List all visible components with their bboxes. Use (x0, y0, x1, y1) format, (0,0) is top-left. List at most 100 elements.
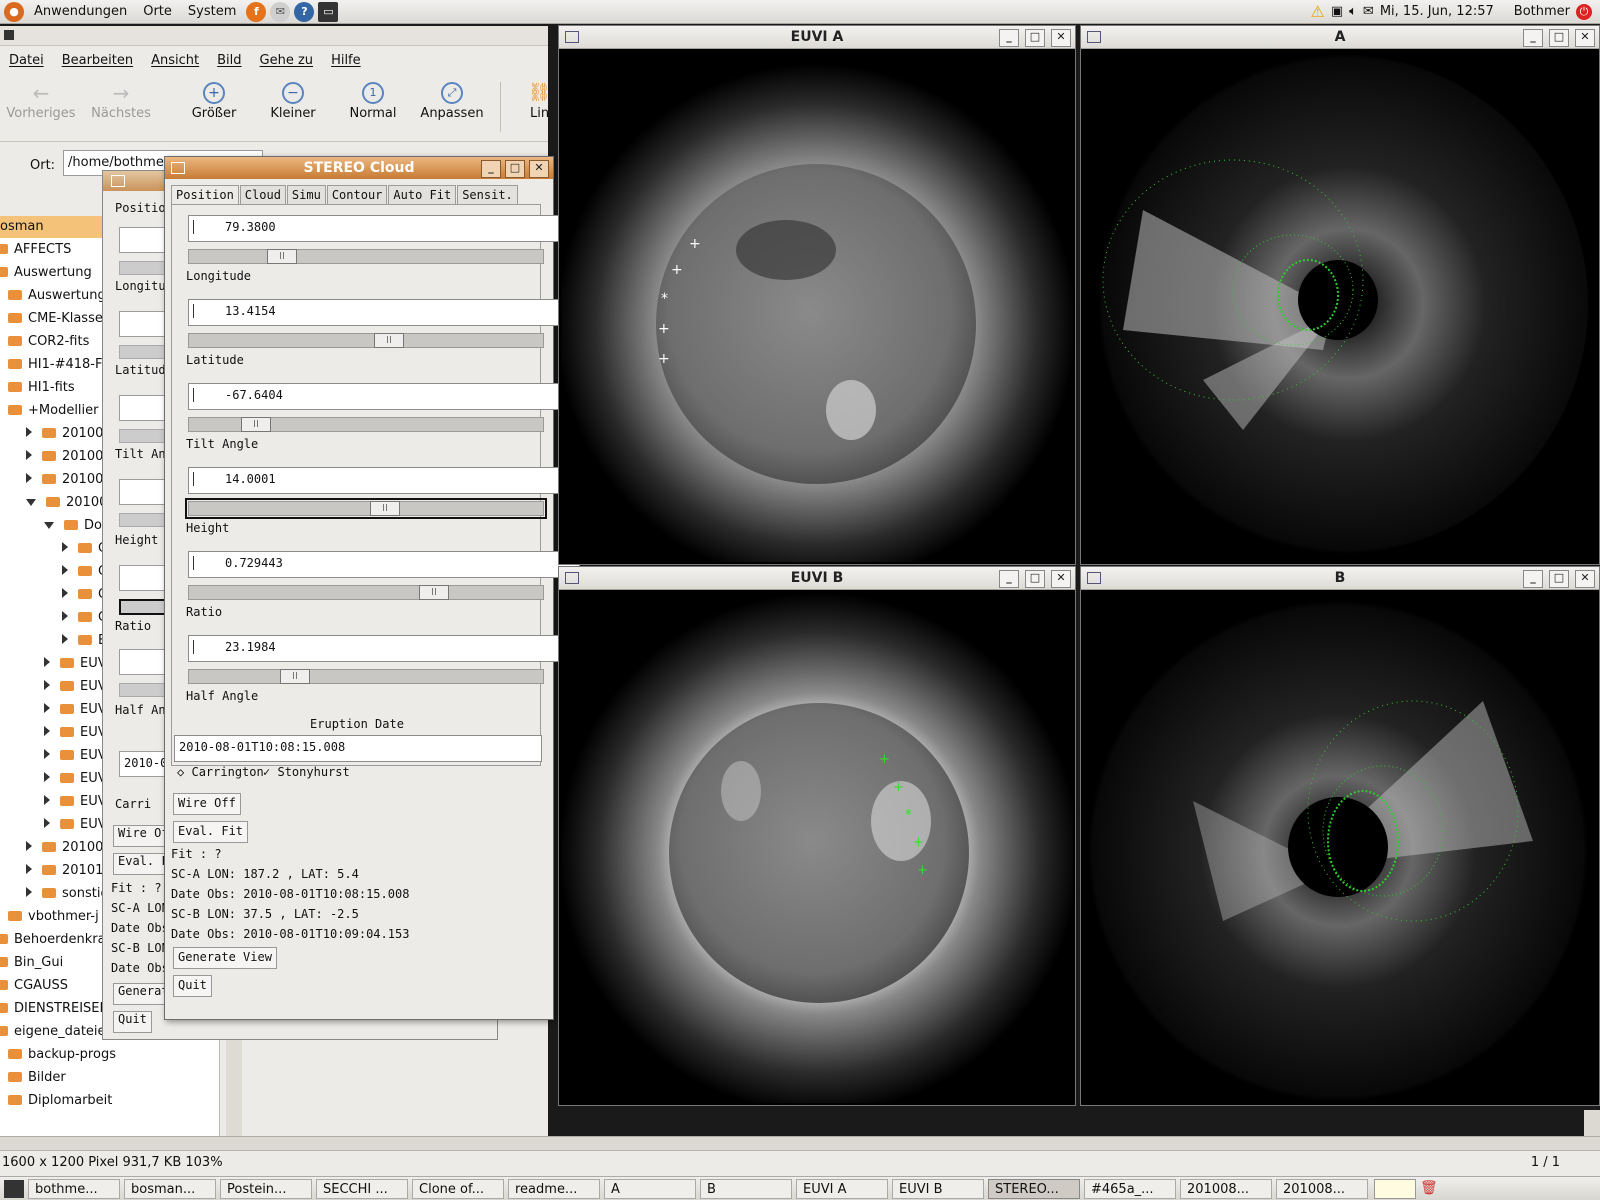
tree-item[interactable]: Diplomarbeit (8, 1090, 112, 1112)
window-menu-icon[interactable] (565, 31, 579, 43)
task-bosman[interactable]: bosman... (124, 1178, 216, 1199)
slider-knob[interactable] (241, 417, 271, 432)
task-clone-of[interactable]: Clone of... (412, 1178, 504, 1199)
euvi-b-image[interactable]: + + * + + (561, 591, 1073, 1103)
expander-closed-icon[interactable] (62, 611, 68, 621)
window-menu-icon[interactable] (4, 30, 14, 40)
tilt-angle-slider[interactable] (188, 417, 544, 432)
height-input[interactable]: 14.0001 (188, 467, 580, 494)
ubuntu-logo-icon[interactable]: ● (4, 1, 24, 22)
tilt-angle-input[interactable]: -67.6404 (188, 383, 580, 410)
task-stereo[interactable]: STEREO... (988, 1178, 1080, 1199)
ratio-slider[interactable] (188, 585, 544, 600)
task-secchi[interactable]: SECCHI ... (316, 1178, 408, 1199)
eruption-date-input[interactable]: 2010-08-01T10:08:15.008 (174, 735, 542, 762)
help-icon[interactable]: ? (294, 1, 315, 22)
b-image[interactable] (1083, 591, 1597, 1103)
task-201008-b[interactable]: 201008... (1276, 1178, 1368, 1199)
task-b[interactable]: B (700, 1178, 792, 1199)
expander-closed-icon[interactable] (44, 680, 50, 690)
menu-hilfe[interactable]: Hilfe (322, 53, 370, 68)
menu-system[interactable]: System (180, 4, 244, 19)
a-image[interactable] (1083, 50, 1597, 562)
longitude-slider[interactable] (188, 249, 544, 264)
zoom-fit-button[interactable]: ⤢ Anpassen (413, 80, 491, 136)
minimize-button[interactable]: _ (999, 570, 1019, 588)
tree-item[interactable]: HI1-fits (8, 377, 75, 399)
half-angle-slider[interactable] (188, 669, 544, 684)
tree-item[interactable]: Behoerdenkra (0, 929, 106, 951)
close-button[interactable]: ✕ (1575, 570, 1595, 588)
tree-item[interactable]: DIENSTREISEN (0, 998, 109, 1020)
a-titlebar[interactable]: A _ □ ✕ (1081, 26, 1599, 49)
stereo-cloud-titlebar[interactable]: STEREO Cloud _ □ ✕ (165, 157, 553, 179)
volume-icon[interactable]: 🔈︎ (1349, 4, 1357, 19)
tree-item[interactable]: CGAUSS (0, 975, 68, 997)
maximize-button[interactable]: □ (1025, 570, 1045, 588)
tab-cloud[interactable]: Cloud (239, 185, 286, 205)
maximize-button[interactable]: □ (1025, 29, 1045, 47)
expander-open-icon[interactable] (44, 522, 54, 529)
longitude-input[interactable]: 79.3800 (188, 215, 580, 242)
tree-item[interactable]: HI1-#418-F (8, 354, 102, 376)
close-button[interactable]: ✕ (1051, 29, 1071, 47)
menu-places[interactable]: Orte (135, 4, 180, 19)
menu-applications[interactable]: Anwendungen (26, 4, 135, 19)
expander-closed-icon[interactable] (26, 427, 32, 437)
workspace-switcher[interactable] (1374, 1178, 1416, 1199)
quit-button[interactable]: Quit (173, 975, 212, 997)
slider-knob[interactable] (370, 501, 400, 516)
maximize-button[interactable]: □ (505, 160, 525, 178)
minimize-button[interactable]: _ (481, 160, 501, 178)
expander-closed-icon[interactable] (62, 542, 68, 552)
tab-auto-fit[interactable]: Auto Fit (388, 185, 457, 205)
show-desktop-icon[interactable] (4, 1179, 24, 1198)
horizontal-scrollbar[interactable] (0, 1136, 1600, 1150)
expander-closed-icon[interactable] (62, 634, 68, 644)
window-menu-icon[interactable] (171, 162, 185, 174)
expander-closed-icon[interactable] (44, 818, 50, 828)
task-euvi-a[interactable]: EUVI A (796, 1178, 888, 1199)
latitude-slider[interactable] (188, 333, 544, 348)
euvi-a-titlebar[interactable]: EUVI A _ □ ✕ (559, 26, 1075, 49)
slider-knob[interactable] (267, 249, 297, 264)
trash-icon[interactable]: 🗑︎ (1420, 1180, 1438, 1198)
minimize-button[interactable]: _ (1523, 29, 1543, 47)
expander-open-icon[interactable] (26, 499, 36, 506)
eval-fit-button[interactable]: Eval. Fit (173, 821, 249, 843)
terminal-icon[interactable]: ▭ (318, 1, 339, 22)
tree-item[interactable]: vbothmer-j (8, 906, 99, 928)
expander-closed-icon[interactable] (62, 565, 68, 575)
next-button[interactable]: → Nächstes (82, 80, 160, 136)
slider-knob[interactable] (374, 333, 404, 348)
power-icon[interactable]: ⏻ (1576, 3, 1592, 20)
tree-item[interactable]: Auswertung (8, 285, 106, 307)
menu-ansicht[interactable]: Ansicht (142, 53, 208, 68)
window-menu-icon[interactable] (1087, 31, 1101, 43)
task-bothme[interactable]: bothme... (28, 1178, 120, 1199)
tree-item[interactable]: COR2-fits (8, 331, 89, 353)
ratio-input[interactable]: 0.729443 (188, 551, 580, 578)
maximize-button[interactable]: □ (1549, 29, 1569, 47)
task-readme[interactable]: readme... (508, 1178, 600, 1199)
mail-notify-icon[interactable]: ✉ (1363, 4, 1374, 19)
network-icon[interactable]: ▣ (1331, 4, 1343, 19)
expander-closed-icon[interactable] (44, 726, 50, 736)
maximize-button[interactable]: □ (1549, 570, 1569, 588)
previous-button[interactable]: ← Vorheriges (2, 80, 80, 136)
task-euvi-b[interactable]: EUVI B (892, 1178, 984, 1199)
latitude-input[interactable]: 13.4154 (188, 299, 580, 326)
menu-gehe-zu[interactable]: Gehe zu (251, 53, 323, 68)
firefox-icon[interactable]: f (246, 1, 267, 22)
minimize-button[interactable]: _ (999, 29, 1019, 47)
zoom-out-button[interactable]: − Kleiner (254, 80, 332, 136)
menu-bild[interactable]: Bild (208, 53, 250, 68)
tab-position[interactable]: Position (171, 185, 239, 205)
radio-stonyhurst[interactable]: ✓ Stonyhurst (263, 765, 350, 779)
window-menu-icon[interactable] (111, 175, 125, 187)
image-viewer-titlebar[interactable] (0, 26, 548, 46)
clock[interactable]: Mi, 15. Jun, 12:57 (1380, 4, 1494, 19)
expander-closed-icon[interactable] (44, 795, 50, 805)
tab-contour[interactable]: Contour (326, 185, 388, 205)
back-quit-button[interactable]: Quit (113, 1011, 152, 1033)
